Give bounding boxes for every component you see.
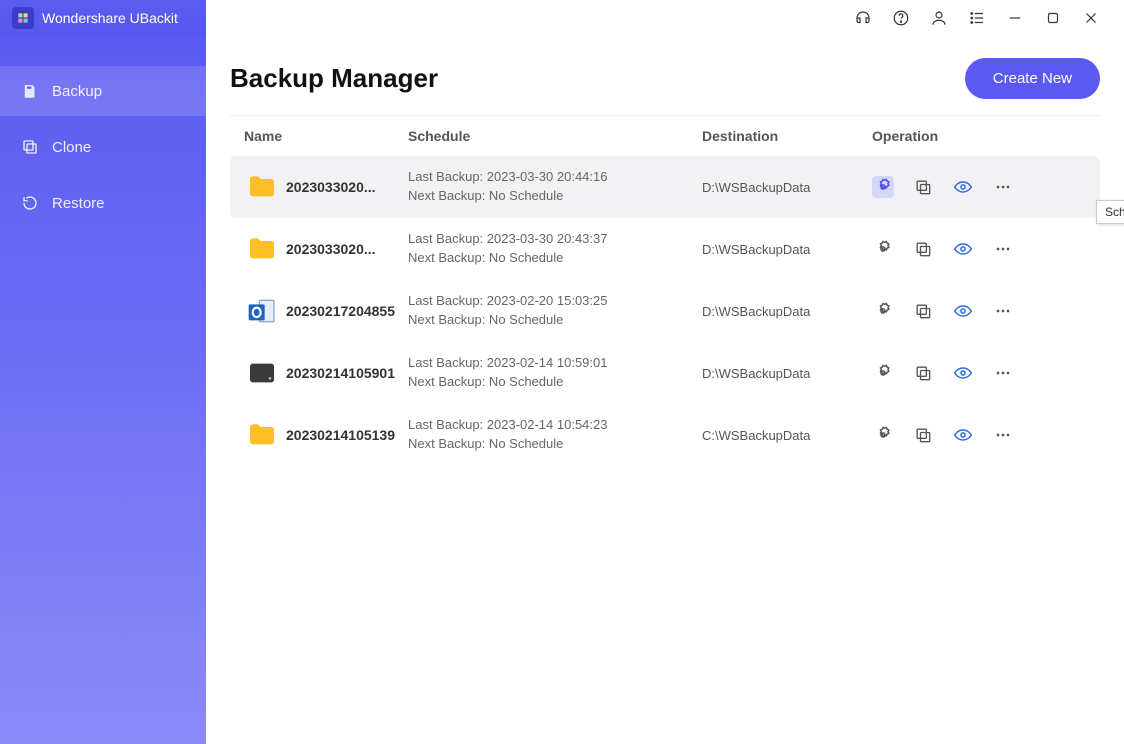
schedule-button[interactable]	[872, 176, 894, 198]
support-icon[interactable]	[844, 0, 882, 36]
table-body: 2023033020... Last Backup: 2023-03-30 20…	[230, 156, 1100, 466]
row-name: 20230214105139	[286, 427, 408, 443]
titlebar-brand: Wondershare UBackit	[0, 0, 206, 36]
schedule-button[interactable]	[872, 362, 894, 384]
table-header: Name Schedule Destination Operation	[230, 115, 1100, 156]
create-new-button[interactable]: Create New	[965, 58, 1100, 99]
more-button[interactable]	[992, 176, 1014, 198]
menu-icon[interactable]	[958, 0, 996, 36]
sidebar: Backup Clone Restore	[0, 36, 206, 744]
view-button[interactable]	[952, 424, 974, 446]
column-header-destination: Destination	[702, 128, 872, 144]
backup-icon	[20, 82, 40, 100]
copy-button[interactable]	[912, 362, 934, 384]
row-destination: D:\WSBackupData	[702, 242, 872, 257]
row-schedule: Last Backup: 2023-03-30 20:44:16 Next Ba…	[408, 168, 702, 206]
column-header-operation: Operation	[872, 128, 1092, 144]
row-destination: D:\WSBackupData	[702, 304, 872, 319]
copy-button[interactable]	[912, 176, 934, 198]
table-row[interactable]: 2023033020... Last Backup: 2023-03-30 20…	[230, 218, 1100, 280]
row-destination: D:\WSBackupData	[702, 180, 872, 195]
row-operations	[872, 362, 1092, 384]
row-schedule: Last Backup: 2023-02-14 10:54:23 Next Ba…	[408, 416, 702, 454]
restore-icon	[20, 194, 40, 212]
help-icon[interactable]	[882, 0, 920, 36]
row-operations	[872, 424, 1092, 446]
schedule-button[interactable]	[872, 300, 894, 322]
table-row[interactable]: 2023033020... Last Backup: 2023-03-30 20…	[230, 156, 1100, 218]
maximize-icon[interactable]	[1034, 0, 1072, 36]
row-type-icon	[238, 295, 286, 327]
table-row[interactable]: 20230217204855 Last Backup: 2023-02-20 1…	[230, 280, 1100, 342]
sidebar-item-restore[interactable]: Restore	[0, 178, 206, 228]
sidebar-item-backup[interactable]: Backup	[0, 66, 206, 116]
row-destination: C:\WSBackupData	[702, 428, 872, 443]
row-schedule: Last Backup: 2023-02-20 15:03:25 Next Ba…	[408, 292, 702, 330]
user-icon[interactable]	[920, 0, 958, 36]
row-operations	[872, 300, 1092, 322]
sidebar-item-label: Clone	[52, 139, 91, 156]
row-schedule: Last Backup: 2023-03-30 20:43:37 Next Ba…	[408, 230, 702, 268]
more-button[interactable]	[992, 238, 1014, 260]
column-header-name: Name	[238, 128, 408, 144]
clone-icon	[20, 138, 40, 156]
copy-button[interactable]	[912, 424, 934, 446]
table-row[interactable]: 20230214105901 Last Backup: 2023-02-14 1…	[230, 342, 1100, 404]
schedule-button[interactable]	[872, 238, 894, 260]
titlebar: Wondershare UBackit	[0, 0, 1124, 36]
app-logo-icon	[12, 7, 34, 29]
view-button[interactable]	[952, 176, 974, 198]
more-button[interactable]	[992, 362, 1014, 384]
row-operations	[872, 238, 1092, 260]
row-name: 2023033020...	[286, 179, 408, 195]
sidebar-item-clone[interactable]: Clone	[0, 122, 206, 172]
view-button[interactable]	[952, 300, 974, 322]
app-title: Wondershare UBackit	[42, 10, 178, 26]
copy-button[interactable]	[912, 238, 934, 260]
more-button[interactable]	[992, 300, 1014, 322]
schedule-button[interactable]	[872, 424, 894, 446]
row-type-icon	[238, 171, 286, 203]
more-button[interactable]	[992, 424, 1014, 446]
close-icon[interactable]	[1072, 0, 1110, 36]
row-schedule: Last Backup: 2023-02-14 10:59:01 Next Ba…	[408, 354, 702, 392]
tooltip: Schedule	[1096, 200, 1124, 224]
row-destination: D:\WSBackupData	[702, 366, 872, 381]
row-operations	[872, 176, 1092, 198]
row-name: 20230217204855	[286, 303, 408, 319]
row-type-icon	[238, 357, 286, 389]
page-title: Backup Manager	[230, 63, 438, 94]
view-button[interactable]	[952, 238, 974, 260]
sidebar-item-label: Restore	[52, 195, 105, 212]
row-type-icon	[238, 419, 286, 451]
column-header-schedule: Schedule	[408, 128, 702, 144]
table-row[interactable]: 20230214105139 Last Backup: 2023-02-14 1…	[230, 404, 1100, 466]
sidebar-item-label: Backup	[52, 83, 102, 100]
row-name: 20230214105901	[286, 365, 408, 381]
main-panel: Backup Manager Create New Name Schedule …	[206, 36, 1124, 744]
row-name: 2023033020...	[286, 241, 408, 257]
copy-button[interactable]	[912, 300, 934, 322]
view-button[interactable]	[952, 362, 974, 384]
row-type-icon	[238, 233, 286, 265]
minimize-icon[interactable]	[996, 0, 1034, 36]
